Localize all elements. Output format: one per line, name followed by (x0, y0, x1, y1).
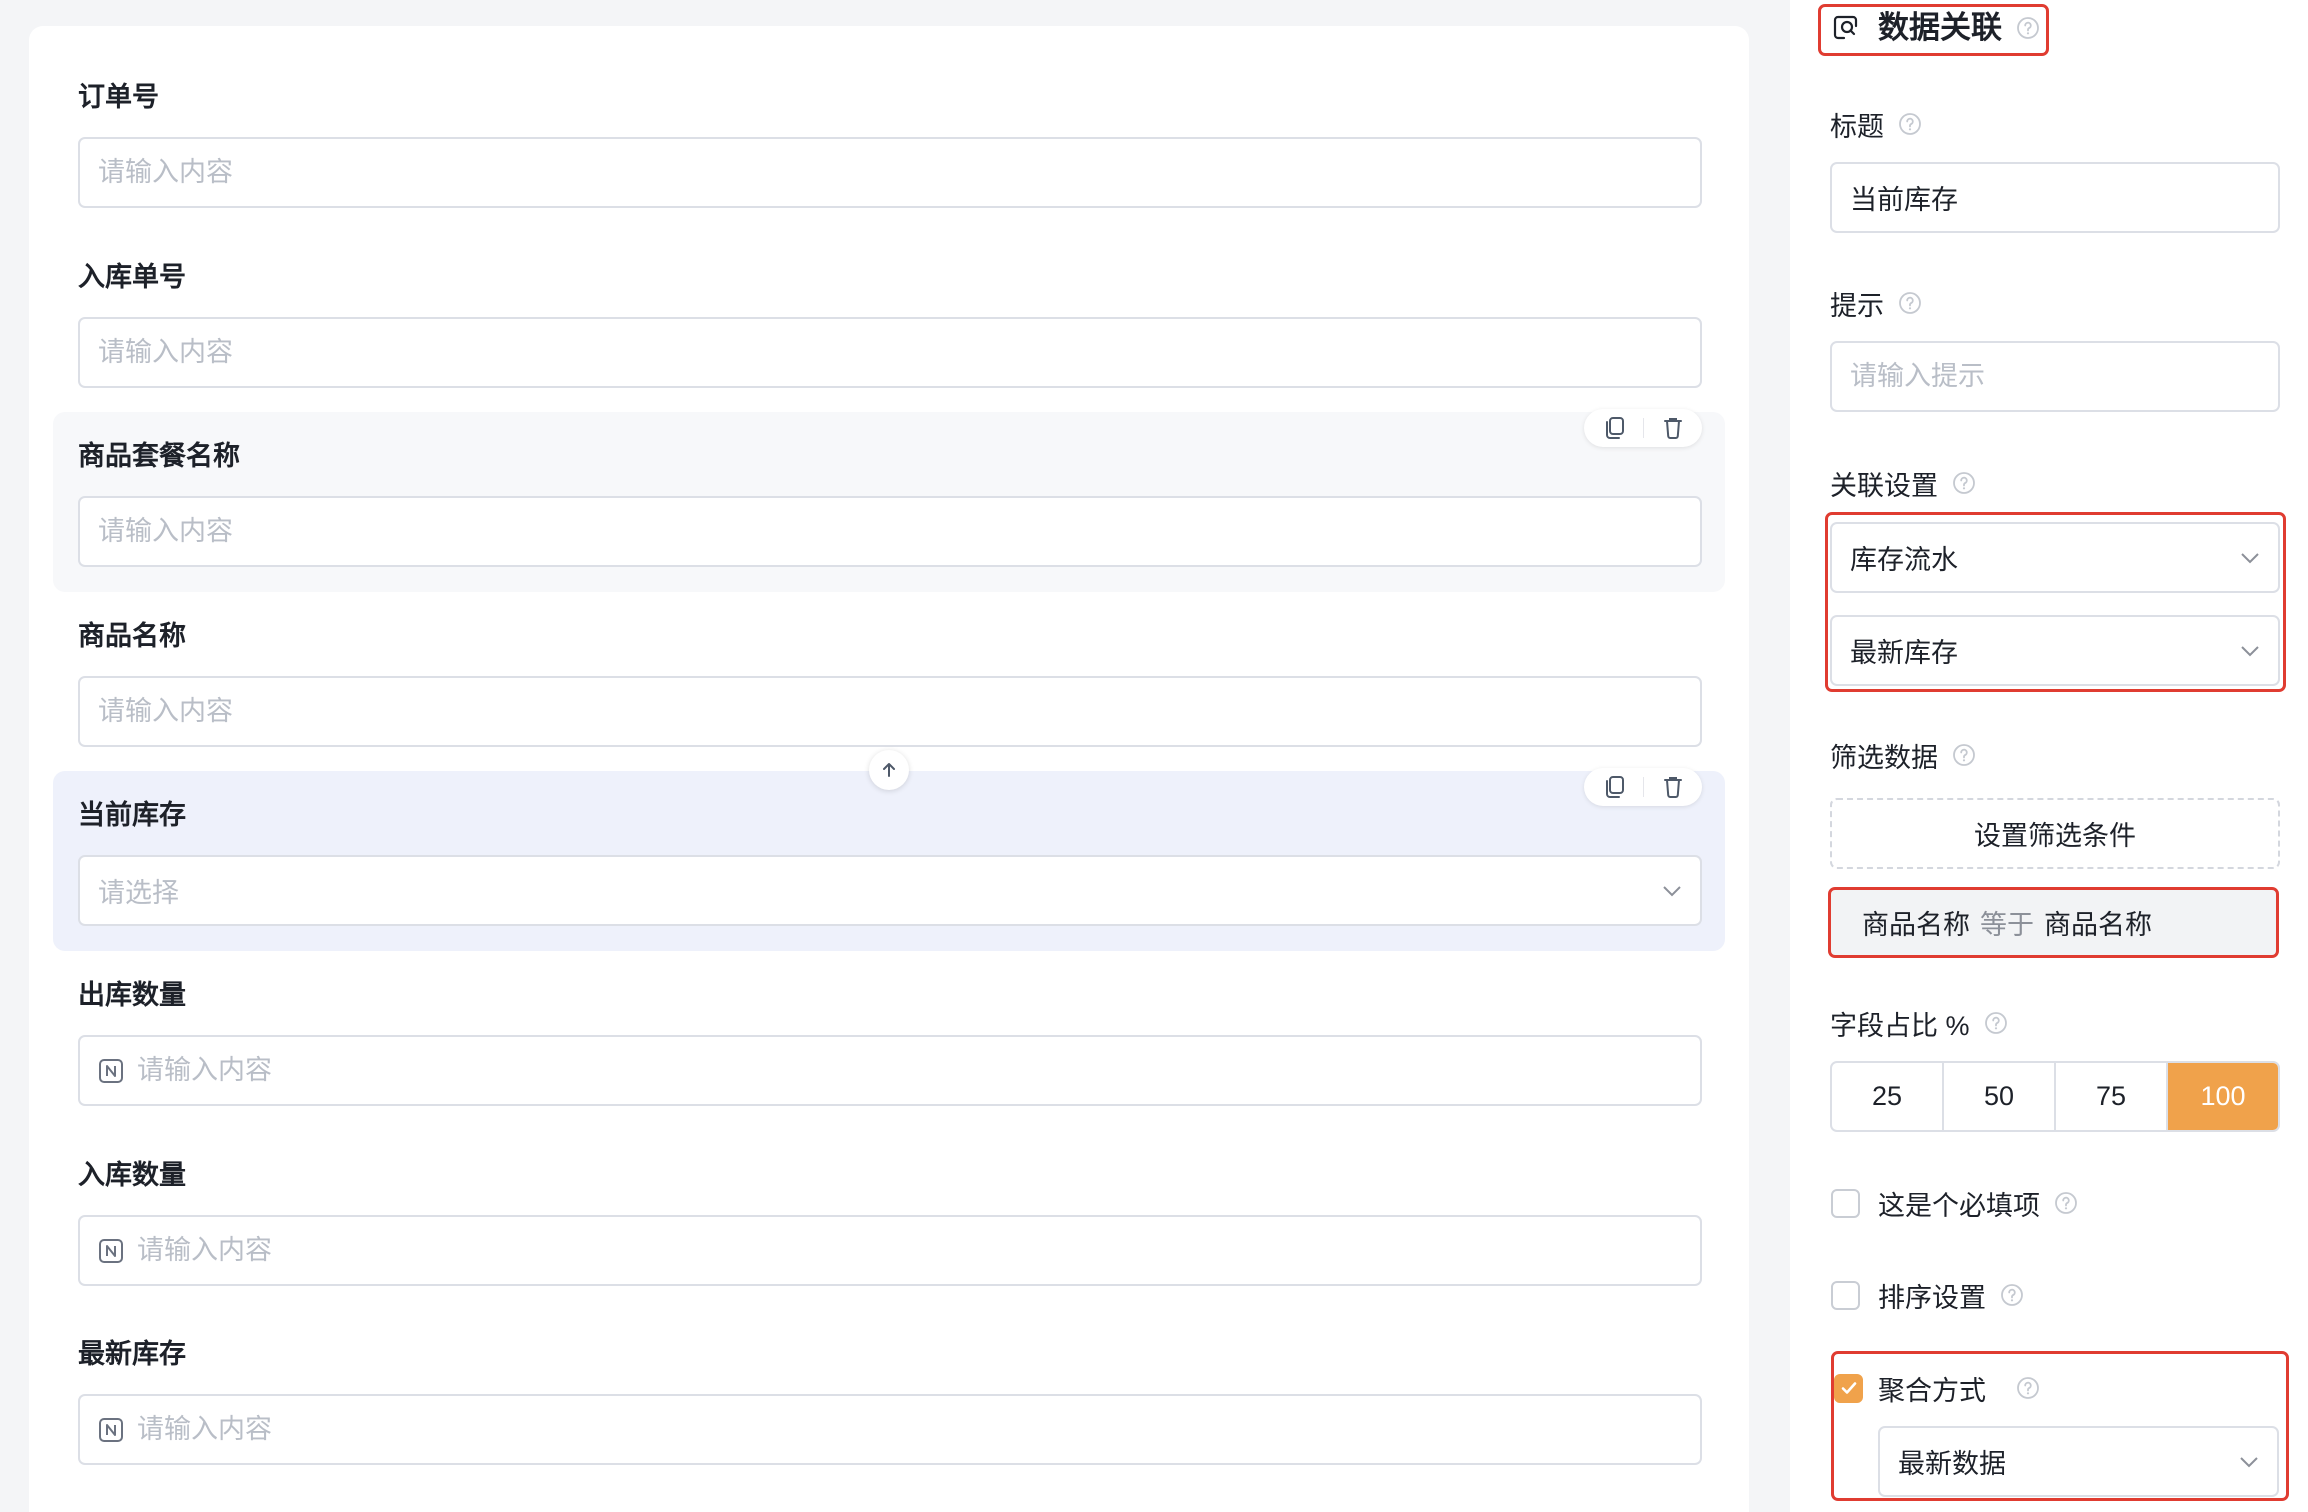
filter-operator: 等于 (1980, 910, 2034, 940)
chevron-down-icon (2240, 552, 2260, 564)
help-icon[interactable] (1952, 743, 1976, 767)
hint-input[interactable] (1830, 341, 2280, 412)
delete-field-button[interactable] (1644, 409, 1702, 447)
copy-icon (1603, 775, 1625, 799)
filter-setting-label-row: 筛选数据 (1830, 735, 1976, 775)
form-field-inbound-qty[interactable]: 入库数量 (53, 1131, 1725, 1311)
field-label: 出库数量 (78, 980, 186, 1010)
width-ratio-segmented: 25 50 75 100 (1830, 1061, 2280, 1132)
help-icon[interactable] (1952, 471, 1976, 495)
number-icon (98, 1417, 124, 1443)
form-field-current-stock[interactable]: 当前库存 请选择 (53, 750, 1725, 951)
order-no-input[interactable] (78, 137, 1702, 208)
chevron-down-icon (2239, 1456, 2259, 1468)
select-placeholder: 请选择 (98, 878, 179, 908)
property-panel: 数据关联 标题 提示 关联设置 库存流水 最新库存 筛选数据 设置筛选条件 商品… (1790, 0, 2308, 1512)
delete-field-button[interactable] (1644, 768, 1702, 806)
sort-option[interactable]: 排序设置 (1831, 1275, 2024, 1315)
copy-field-button[interactable] (1585, 768, 1643, 806)
form-field-inbound-no[interactable]: 入库单号 (53, 233, 1725, 413)
help-icon[interactable] (2016, 1376, 2040, 1400)
help-icon[interactable] (2016, 16, 2040, 40)
field-label: 入库数量 (78, 1160, 186, 1190)
set-filter-button[interactable]: 设置筛选条件 (1830, 798, 2280, 869)
form-field-order-no[interactable]: 订单号 (53, 53, 1725, 233)
required-label: 这是个必填项 (1878, 1190, 2040, 1221)
source-field-select[interactable]: 最新库存 (1830, 615, 2280, 686)
inbound-no-input[interactable] (78, 317, 1702, 388)
delete-icon (1662, 775, 1684, 799)
chevron-down-icon (1662, 885, 1682, 897)
source-table-value: 库存流水 (1850, 545, 1958, 575)
width-option-50[interactable]: 50 (1944, 1063, 2056, 1130)
aggregate-method-value: 最新数据 (1898, 1449, 2006, 1479)
title-setting-label: 标题 (1830, 111, 1884, 142)
help-icon[interactable] (2000, 1283, 2024, 1307)
outbound-qty-input[interactable] (137, 1037, 1682, 1104)
latest-stock-box[interactable] (78, 1394, 1702, 1465)
field-label: 订单号 (78, 82, 159, 112)
hint-setting-label: 提示 (1830, 290, 1884, 321)
latest-stock-input[interactable] (137, 1396, 1682, 1463)
title-setting-label-row: 标题 (1830, 104, 1922, 144)
copy-field-button[interactable] (1585, 409, 1643, 447)
help-icon[interactable] (1984, 1011, 2008, 1035)
aggregate-method-select[interactable]: 最新数据 (1878, 1426, 2279, 1497)
aggregate-option[interactable]: 聚合方式 (1834, 1368, 2040, 1408)
form-canvas: 订单号 入库单号 商品套餐名称 商品名称 (29, 26, 1749, 1512)
current-stock-select[interactable]: 请选择 (78, 855, 1702, 926)
number-icon (98, 1058, 124, 1084)
help-icon[interactable] (2054, 1191, 2078, 1215)
field-label: 商品名称 (78, 621, 186, 651)
inbound-qty-input[interactable] (137, 1217, 1682, 1284)
required-option[interactable]: 这是个必填项 (1831, 1183, 2078, 1223)
form-field-outbound-qty[interactable]: 出库数量 (53, 951, 1725, 1131)
data-link-icon (1833, 15, 1858, 40)
inbound-qty-box[interactable] (78, 1215, 1702, 1286)
field-label: 最新库存 (78, 1339, 186, 1369)
delete-icon (1662, 416, 1684, 440)
filter-value: 商品名称 (2044, 910, 2152, 940)
help-icon[interactable] (1898, 291, 1922, 315)
help-icon[interactable] (1898, 112, 1922, 136)
sort-checkbox[interactable] (1831, 1280, 1860, 1310)
width-ratio-label-row: 字段占比 % (1830, 1003, 2008, 1043)
required-checkbox[interactable] (1831, 1188, 1860, 1218)
copy-icon (1603, 416, 1625, 440)
panel-title: 数据关联 (1878, 10, 2002, 45)
source-field-value: 最新库存 (1850, 638, 1958, 668)
field-label: 入库单号 (78, 262, 186, 292)
width-option-100[interactable]: 100 (2168, 1063, 2278, 1130)
field-tools (1584, 409, 1702, 447)
filter-field: 商品名称 (1862, 910, 1970, 940)
chevron-down-icon (2240, 645, 2260, 657)
width-option-25[interactable]: 25 (1832, 1063, 1944, 1130)
aggregate-label: 聚合方式 (1878, 1375, 1986, 1406)
arrow-up-icon (883, 763, 895, 777)
panel-header: 数据关联 (1818, 4, 2049, 56)
product-name-input[interactable] (78, 676, 1702, 747)
form-field-product-name[interactable]: 商品名称 (53, 592, 1725, 772)
form-field-latest-stock[interactable]: 最新库存 (53, 1310, 1725, 1490)
move-up-button[interactable] (869, 750, 909, 790)
title-input[interactable] (1830, 162, 2280, 233)
field-tools (1584, 768, 1702, 806)
outbound-qty-box[interactable] (78, 1035, 1702, 1106)
sort-label: 排序设置 (1878, 1282, 1986, 1313)
field-label: 当前库存 (78, 800, 186, 830)
relation-setting-label-row: 关联设置 (1830, 463, 1976, 503)
width-option-75[interactable]: 75 (2056, 1063, 2168, 1130)
filter-setting-label: 筛选数据 (1830, 742, 1938, 773)
field-label: 商品套餐名称 (78, 441, 240, 471)
source-table-select[interactable]: 库存流水 (1830, 522, 2280, 593)
number-icon (98, 1238, 124, 1264)
hint-setting-label-row: 提示 (1830, 283, 1922, 323)
width-ratio-label: 字段占比 % (1830, 1010, 1970, 1041)
filter-condition[interactable]: 商品名称 等于 商品名称 (1831, 890, 2276, 955)
check-icon (1841, 1382, 1856, 1394)
form-field-product-bundle-name[interactable]: 商品套餐名称 (53, 409, 1725, 592)
relation-setting-label: 关联设置 (1830, 470, 1938, 501)
aggregate-checkbox[interactable] (1834, 1373, 1863, 1403)
product-bundle-name-input[interactable] (78, 496, 1702, 567)
